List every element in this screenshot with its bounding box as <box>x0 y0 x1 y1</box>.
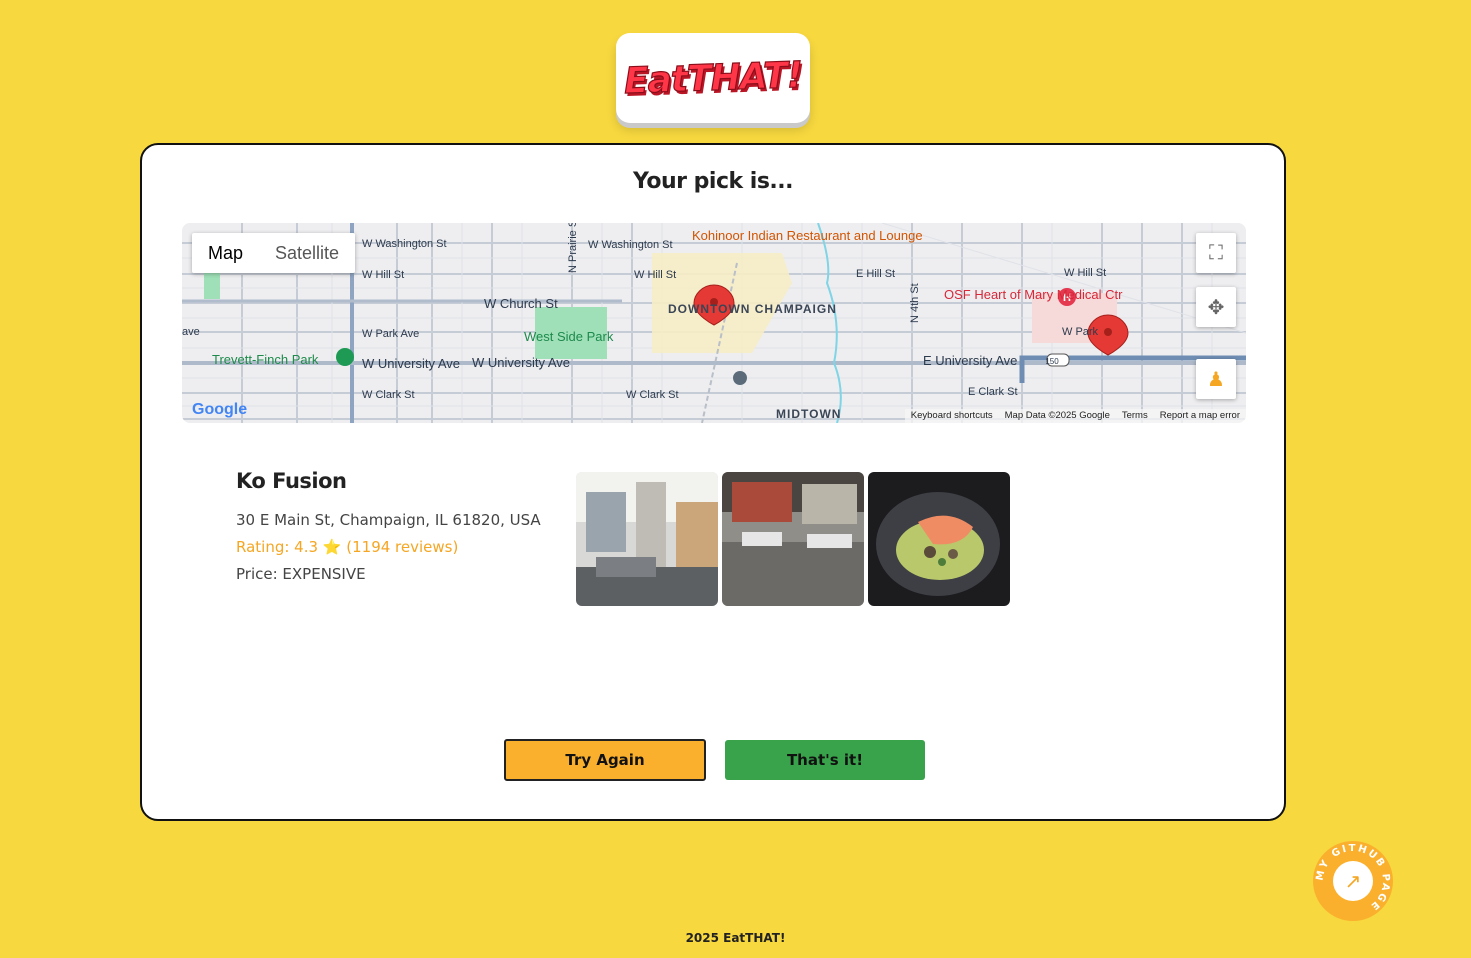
street-view-pegman-icon[interactable]: ♟ <box>1196 359 1236 399</box>
svg-text:W Clark St: W Clark St <box>362 389 415 401</box>
result-card: Your pick is... H W Washington St W Wash… <box>140 143 1286 821</box>
svg-text:Trevett-Finch Park: Trevett-Finch Park <box>212 352 319 367</box>
terms-link[interactable]: Terms <box>1122 409 1148 423</box>
report-error-link[interactable]: Report a map error <box>1160 409 1240 423</box>
photo-gallery <box>576 472 1010 606</box>
logo-text: EatTHAT! <box>623 54 804 102</box>
footer-text: 2025 EatTHAT! <box>685 931 786 945</box>
restaurant-rating: Rating: 4.3 ⭐ (1194 reviews) <box>236 538 459 556</box>
restaurant-photo-dish[interactable] <box>868 472 1010 606</box>
svg-text:E Clark St: E Clark St <box>968 386 1018 398</box>
map-view[interactable]: H W Washington St W Washington St W Hill… <box>182 223 1246 423</box>
svg-text:W Washington St: W Washington St <box>588 239 673 251</box>
map-data-credit: Map Data ©2025 Google <box>1004 410 1110 421</box>
svg-text:ave: ave <box>182 326 200 338</box>
restaurant-name: Ko Fusion <box>236 469 347 493</box>
restaurant-address: 30 E Main St, Champaign, IL 61820, USA <box>236 511 541 529</box>
svg-text:DOWNTOWN CHAMPAIGN: DOWNTOWN CHAMPAIGN <box>668 302 837 316</box>
svg-text:W Park Ave: W Park Ave <box>362 328 419 340</box>
svg-text:E Hill St: E Hill St <box>856 268 895 280</box>
page-title: Your pick is... <box>632 169 794 194</box>
svg-text:150: 150 <box>1045 357 1059 366</box>
google-logo[interactable]: Google <box>192 401 247 419</box>
svg-text:W University Ave: W University Ave <box>472 355 570 370</box>
restaurant-price: Price: EXPENSIVE <box>236 565 366 583</box>
svg-text:W Clark St: W Clark St <box>626 389 679 401</box>
svg-text:MIDTOWN: MIDTOWN <box>776 407 841 421</box>
svg-text:E University Ave: E University Ave <box>923 353 1017 368</box>
svg-text:N Prairie St: N Prairie St <box>567 223 579 273</box>
svg-text:N 4th St: N 4th St <box>909 283 921 323</box>
svg-text:OSF Heart of Mary Medical Ctr: OSF Heart of Mary Medical Ctr <box>944 287 1123 302</box>
svg-text:W Hill St: W Hill St <box>1064 267 1106 279</box>
keyboard-shortcuts-link[interactable]: Keyboard shortcuts <box>911 409 993 423</box>
restaurant-photo-patio[interactable] <box>722 472 864 606</box>
map-type-satellite-button[interactable]: Satellite <box>259 233 355 273</box>
svg-text:W Hill St: W Hill St <box>634 269 676 281</box>
confirm-button[interactable]: That's it! <box>725 740 925 780</box>
svg-text:W University Ave: W University Ave <box>362 356 460 371</box>
fullscreen-icon[interactable]: ⛶ <box>1196 233 1236 273</box>
svg-text:W Washington St: W Washington St <box>362 238 447 250</box>
restaurant-photo-interior[interactable] <box>576 472 718 606</box>
logo[interactable]: EatTHAT! <box>616 33 810 123</box>
svg-text:W Hill St: W Hill St <box>362 269 404 281</box>
svg-text:West Side Park: West Side Park <box>524 329 614 344</box>
svg-text:W Church St: W Church St <box>484 296 558 311</box>
arrow-up-right-icon: ↗ <box>1333 861 1373 901</box>
svg-text:W Park: W Park <box>1062 326 1099 338</box>
map-type-map-button[interactable]: Map <box>192 233 259 273</box>
map-type-toggle[interactable]: Map Satellite <box>192 233 356 273</box>
svg-text:Kohinoor Indian Restaurant and: Kohinoor Indian Restaurant and Lounge <box>692 228 923 243</box>
map-attribution: Keyboard shortcuts Map Data ©2025 Google… <box>904 409 1246 423</box>
try-again-button[interactable]: Try Again <box>504 739 706 781</box>
github-page-badge[interactable]: MY GITHUB PAGE ↗ <box>1313 841 1393 921</box>
camera-control-icon[interactable]: ✥ <box>1196 287 1236 327</box>
